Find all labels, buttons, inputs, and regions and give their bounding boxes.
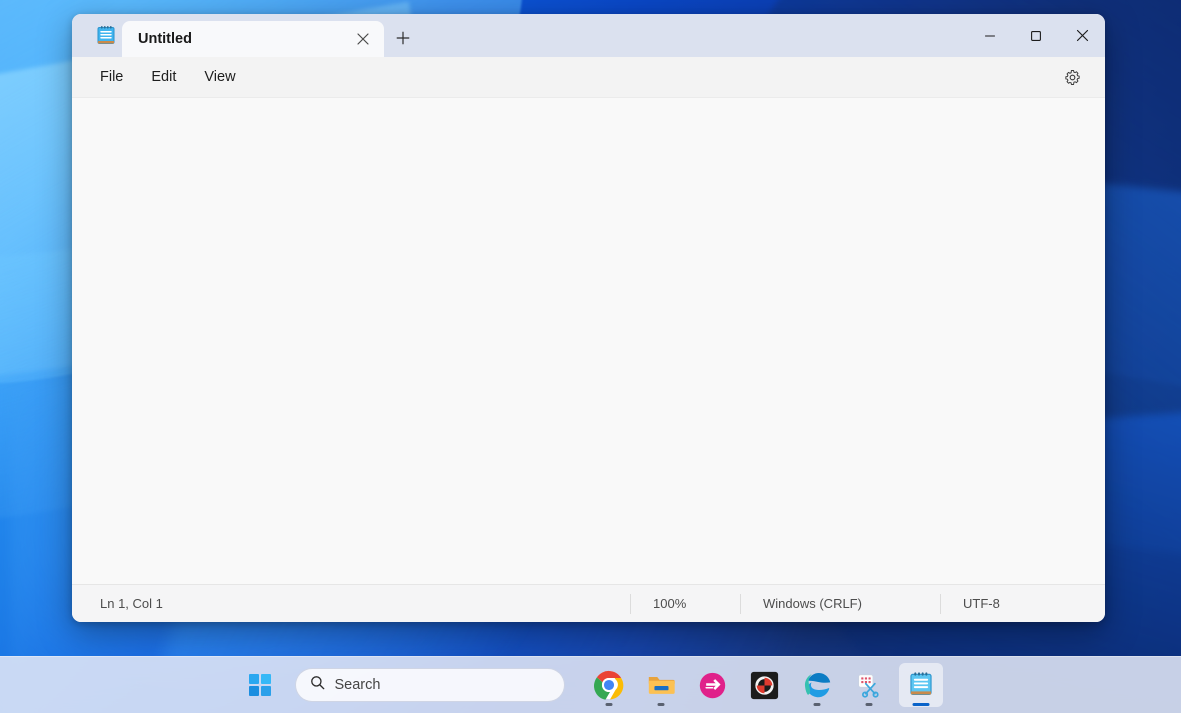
tab-untitled[interactable]: Untitled — [122, 21, 384, 57]
taskbar-app-pink-app[interactable] — [691, 663, 735, 707]
menu-file[interactable]: File — [86, 63, 137, 91]
running-indicator — [865, 703, 872, 706]
window-controls — [967, 14, 1105, 57]
status-line-ending[interactable]: Windows (CRLF) — [740, 594, 940, 614]
text-editor-input[interactable] — [72, 98, 1105, 584]
taskbar-app-dark-app[interactable] — [743, 663, 787, 707]
menu-view[interactable]: View — [190, 63, 249, 91]
taskbar-app-edge[interactable] — [795, 663, 839, 707]
taskbar-app-notepad[interactable] — [899, 663, 943, 707]
gear-icon[interactable] — [1055, 62, 1089, 92]
status-zoom[interactable]: 100% — [630, 594, 740, 614]
close-icon[interactable] — [350, 26, 376, 52]
notepad-window: Untitled — [72, 14, 1105, 622]
menu-edit[interactable]: Edit — [137, 63, 190, 91]
taskbar-app-chrome[interactable] — [587, 663, 631, 707]
search-icon — [310, 675, 325, 695]
title-bar[interactable]: Untitled — [72, 14, 1105, 57]
status-line-column: Ln 1, Col 1 — [100, 596, 630, 611]
desktop: Untitled — [0, 0, 1181, 713]
windows-start-icon[interactable] — [239, 664, 281, 706]
menu-bar: File Edit View — [72, 57, 1105, 97]
taskbar-app-file-explorer[interactable] — [639, 663, 683, 707]
running-indicator — [657, 703, 664, 706]
taskbar-cluster: Search — [239, 663, 943, 707]
search-box[interactable]: Search — [295, 668, 565, 702]
taskbar-app-snipping-tool[interactable] — [847, 663, 891, 707]
tab-title: Untitled — [138, 31, 350, 47]
status-encoding[interactable]: UTF-8 — [940, 594, 1100, 614]
tab-strip: Untitled — [122, 14, 1105, 57]
close-button[interactable] — [1059, 14, 1105, 57]
text-editor-area[interactable] — [72, 97, 1105, 584]
minimize-button[interactable] — [967, 14, 1013, 57]
search-input[interactable]: Search — [335, 677, 381, 693]
new-tab-button[interactable] — [386, 21, 420, 55]
active-indicator — [912, 703, 929, 706]
maximize-button[interactable] — [1013, 14, 1059, 57]
notepad-icon — [90, 14, 122, 57]
status-bar: Ln 1, Col 1 100% Windows (CRLF) UTF-8 — [72, 584, 1105, 622]
taskbar: Search — [0, 656, 1181, 713]
running-indicator — [813, 703, 820, 706]
running-indicator — [605, 703, 612, 706]
